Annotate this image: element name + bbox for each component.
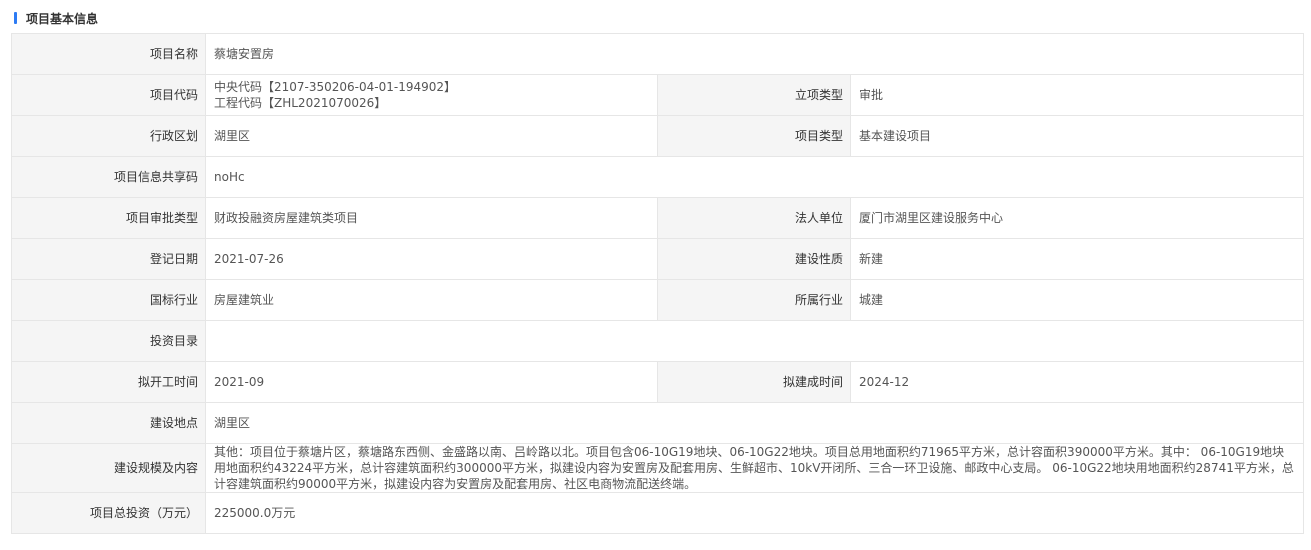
value-region: 湖里区 [205, 115, 658, 157]
label-project-code: 项目代码 [11, 74, 206, 116]
value-construction-nature: 新建 [850, 238, 1304, 280]
row-project-name: 项目名称 蔡塘安置房 [11, 33, 1304, 75]
value-planned-completion: 2024-12 [850, 361, 1304, 403]
label-construction-scale: 建设规模及内容 [11, 443, 206, 493]
label-share-code: 项目信息共享码 [11, 156, 206, 198]
row-location: 建设地点 湖里区 [11, 402, 1304, 444]
label-location: 建设地点 [11, 402, 206, 444]
row-investment-catalog: 投资目录 [11, 320, 1304, 362]
label-approval-type: 立项类型 [657, 74, 851, 116]
value-approval-category: 财政投融资房屋建筑类项目 [205, 197, 658, 239]
label-legal-entity: 法人单位 [657, 197, 851, 239]
value-investment-catalog [205, 320, 1304, 362]
label-approval-category: 项目审批类型 [11, 197, 206, 239]
row-approval-category: 项目审批类型 财政投融资房屋建筑类项目 法人单位 厦门市湖里区建设服务中心 [11, 197, 1304, 239]
engineering-code: 工程代码【ZHL2021070026】 [214, 96, 387, 110]
label-registration-date: 登记日期 [11, 238, 206, 280]
label-construction-nature: 建设性质 [657, 238, 851, 280]
value-construction-scale: 其他：项目位于蔡塘片区，蔡塘路东西侧、金盛路以南、吕岭路以北。项目包含06-10… [205, 443, 1304, 493]
section-title-marker [14, 12, 17, 24]
project-info-table: 项目名称 蔡塘安置房 项目代码 中央代码【2107-350206-04-01-1… [11, 33, 1304, 534]
row-industry: 国标行业 房屋建筑业 所属行业 城建 [11, 279, 1304, 321]
row-share-code: 项目信息共享码 noHc [11, 156, 1304, 198]
row-project-code: 项目代码 中央代码【2107-350206-04-01-194902】 工程代码… [11, 74, 1304, 116]
value-project-code: 中央代码【2107-350206-04-01-194902】 工程代码【ZHL2… [205, 74, 658, 116]
central-code: 中央代码【2107-350206-04-01-194902】 [214, 80, 457, 94]
row-region: 行政区划 湖里区 项目类型 基本建设项目 [11, 115, 1304, 157]
label-sector: 所属行业 [657, 279, 851, 321]
value-project-type: 基本建设项目 [850, 115, 1304, 157]
label-total-investment: 项目总投资（万元） [11, 492, 206, 534]
value-national-industry: 房屋建筑业 [205, 279, 658, 321]
value-total-investment: 225000.0万元 [205, 492, 1304, 534]
value-legal-entity: 厦门市湖里区建设服务中心 [850, 197, 1304, 239]
value-project-name: 蔡塘安置房 [205, 33, 1304, 75]
label-project-name: 项目名称 [11, 33, 206, 75]
value-approval-type: 审批 [850, 74, 1304, 116]
row-schedule: 拟开工时间 2021-09 拟建成时间 2024-12 [11, 361, 1304, 403]
label-region: 行政区划 [11, 115, 206, 157]
value-sector: 城建 [850, 279, 1304, 321]
label-national-industry: 国标行业 [11, 279, 206, 321]
value-share-code: noHc [205, 156, 1304, 198]
label-planned-start: 拟开工时间 [11, 361, 206, 403]
value-registration-date: 2021-07-26 [205, 238, 658, 280]
label-investment-catalog: 投资目录 [11, 320, 206, 362]
section-title: 项目基本信息 [14, 10, 98, 26]
row-registration-date: 登记日期 2021-07-26 建设性质 新建 [11, 238, 1304, 280]
label-planned-completion: 拟建成时间 [657, 361, 851, 403]
section-title-text: 项目基本信息 [26, 11, 99, 26]
label-project-type: 项目类型 [657, 115, 851, 157]
row-construction-scale: 建设规模及内容 其他：项目位于蔡塘片区，蔡塘路东西侧、金盛路以南、吕岭路以北。项… [11, 443, 1304, 493]
row-total-investment: 项目总投资（万元） 225000.0万元 [11, 492, 1304, 534]
value-planned-start: 2021-09 [205, 361, 658, 403]
value-location: 湖里区 [205, 402, 1304, 444]
